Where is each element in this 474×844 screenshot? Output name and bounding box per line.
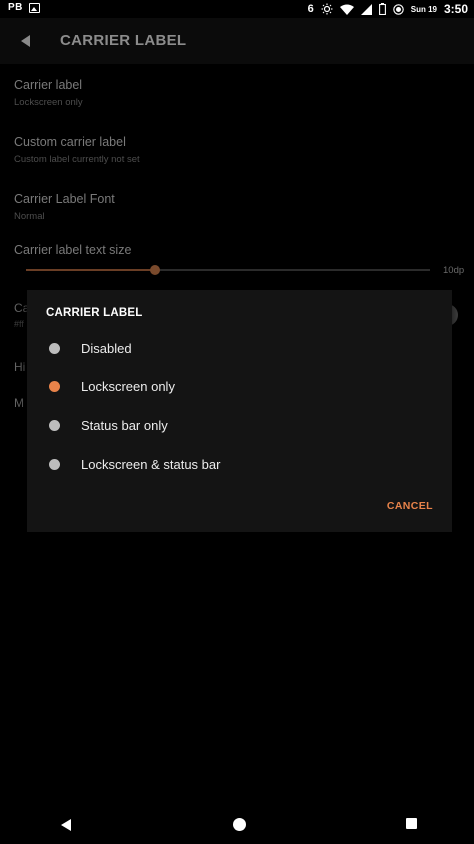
page-title: CARRIER LABEL <box>60 32 187 49</box>
dialog-title: CARRIER LABEL <box>46 307 143 319</box>
option-label: Lockscreen only <box>81 378 175 394</box>
radio-button[interactable] <box>49 458 60 470</box>
app-bar: CARRIER LABEL <box>0 18 474 64</box>
option-lockscreen-only[interactable]: Lockscreen only <box>27 367 452 405</box>
back-button[interactable] <box>10 26 40 56</box>
option-lockscreen-and-status-bar[interactable]: Lockscreen & status bar <box>27 445 452 483</box>
status-bar: PB 6 Sun 19 3:50 <box>0 0 474 18</box>
slider-thumb[interactable] <box>150 265 161 275</box>
pref-summary: Normal <box>14 211 45 222</box>
nav-recents-icon[interactable] <box>406 818 417 829</box>
pref-carrier-label-font[interactable]: Carrier Label Font Normal <box>14 192 454 222</box>
pref-custom-carrier-label[interactable]: Custom carrier label Custom label curren… <box>14 135 454 165</box>
wifi-icon <box>339 4 354 15</box>
pref-summary: Lockscreen only <box>14 97 83 108</box>
option-label: Disabled <box>81 340 132 356</box>
option-disabled[interactable]: Disabled <box>27 329 452 367</box>
nav-back-icon[interactable] <box>61 819 71 831</box>
option-label: Status bar only <box>81 417 168 433</box>
radio-button[interactable] <box>49 419 60 431</box>
carrier-label-dialog: CARRIER LABEL Disabled Lockscreen only S… <box>27 290 452 532</box>
pref-title: Carrier Label Font <box>14 192 115 206</box>
nav-home-icon[interactable] <box>233 818 246 831</box>
pref-title: Custom carrier label <box>14 135 126 149</box>
status-bar-left: PB <box>8 2 40 13</box>
brightness-icon <box>321 3 333 15</box>
partial-pref-title-3: M <box>14 396 24 410</box>
option-label: Lockscreen & status bar <box>81 456 221 472</box>
slider-fill <box>26 269 156 271</box>
status-date: Sun 19 <box>410 4 437 14</box>
notification-count: 6 <box>307 3 314 15</box>
slider-value: 10dp <box>443 265 465 276</box>
partial-pref-title-2: Hi <box>14 360 26 374</box>
signal-icon <box>360 3 372 15</box>
text-size-slider[interactable] <box>26 265 430 275</box>
radio-button[interactable] <box>49 380 60 392</box>
carrier-text: PB <box>8 2 23 13</box>
back-arrow-icon <box>20 35 30 47</box>
radio-button[interactable] <box>49 342 60 354</box>
partial-pref-summary: #ff <box>14 319 24 329</box>
pref-title: Carrier label <box>14 78 83 92</box>
status-bar-right: 6 Sun 19 3:50 <box>308 1 468 17</box>
cancel-button[interactable]: CANCEL <box>387 500 433 512</box>
pref-carrier-label[interactable]: Carrier label Lockscreen only <box>14 78 454 108</box>
pref-summary: Custom label currently not set <box>14 154 140 165</box>
navigation-bar <box>0 808 474 844</box>
pref-title: Carrier label text size <box>14 243 132 257</box>
record-icon <box>392 3 404 15</box>
option-status-bar-only[interactable]: Status bar only <box>27 406 452 444</box>
pref-carrier-label-text-size: Carrier label text size <box>14 243 454 257</box>
status-time: 3:50 <box>443 2 468 16</box>
image-icon <box>28 2 40 13</box>
battery-icon <box>378 3 386 15</box>
